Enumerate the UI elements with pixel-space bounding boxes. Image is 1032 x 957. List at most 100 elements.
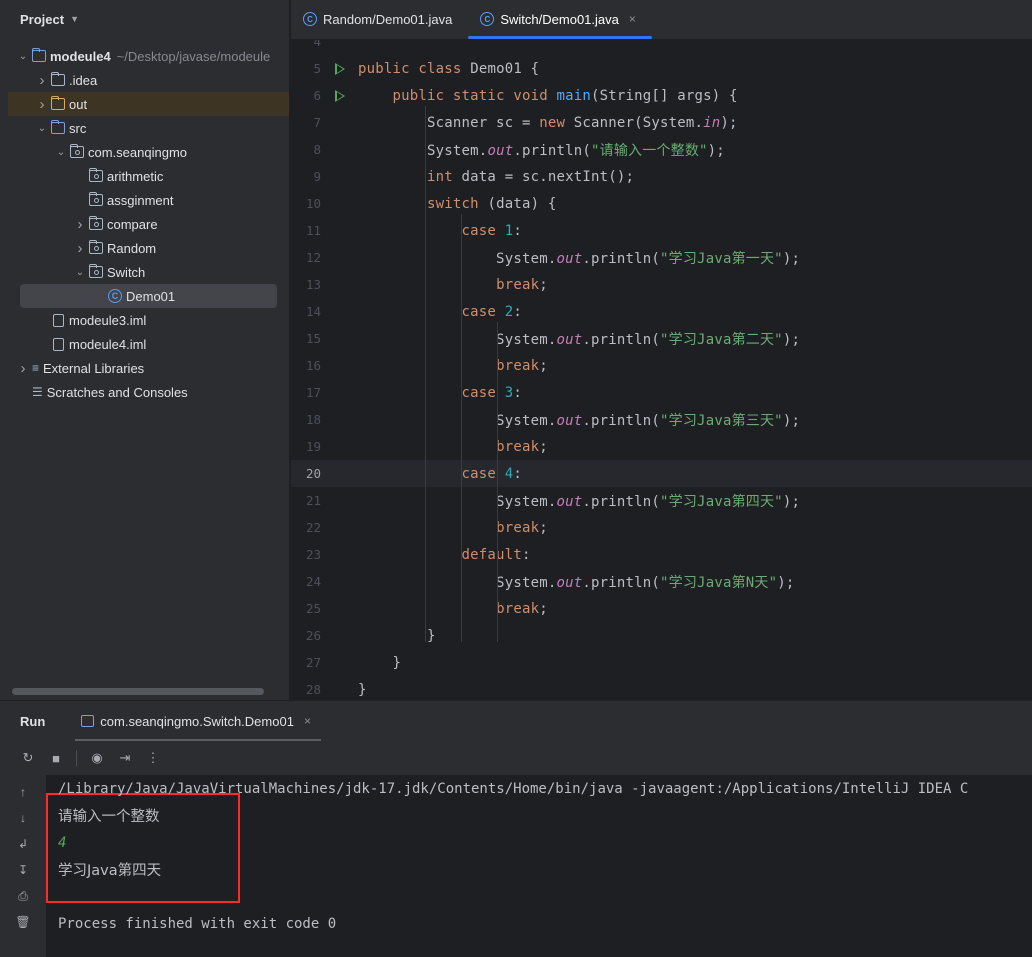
code-token: case bbox=[461, 465, 505, 482]
more-options-icon[interactable]: ⋮ bbox=[145, 750, 161, 766]
code-token: switch bbox=[427, 195, 488, 212]
chevron-right-icon[interactable]: › bbox=[73, 240, 87, 257]
code-token: : bbox=[513, 465, 522, 482]
chevron-down-icon[interactable]: ⌄ bbox=[54, 147, 68, 158]
horizontal-scrollbar[interactable] bbox=[12, 688, 264, 695]
tree-item[interactable]: › Random bbox=[8, 236, 289, 260]
tree-item-path: ~/Desktop/javase/modeule bbox=[116, 48, 271, 64]
run-icon[interactable] bbox=[334, 89, 345, 102]
gutter-spacer bbox=[335, 40, 345, 48]
run-side-toolbar: ↑ ↓ ↲ ↧ ⎙ 🗑 bbox=[0, 777, 46, 957]
tree-item[interactable]: ⌄ com.seanqingmo bbox=[8, 140, 289, 164]
stop-icon[interactable]: ■ bbox=[48, 751, 64, 766]
package-icon bbox=[89, 264, 103, 278]
code-token: System. bbox=[358, 412, 557, 429]
line-number: 15 bbox=[305, 331, 321, 346]
code-token: .println( bbox=[582, 250, 661, 267]
tree-item[interactable]: › .idea bbox=[8, 68, 289, 92]
tree-item[interactable]: › ≡ External Libraries bbox=[8, 356, 289, 380]
code-token: : bbox=[513, 303, 522, 320]
tree-item-label: Demo01 bbox=[126, 288, 176, 304]
chevron-down-icon[interactable]: ⌄ bbox=[73, 267, 87, 278]
gutter[interactable] bbox=[321, 89, 358, 102]
code-line: 4 bbox=[291, 40, 1032, 55]
gutter bbox=[321, 522, 358, 534]
code-token: out bbox=[556, 493, 583, 510]
run-icon[interactable] bbox=[334, 62, 345, 75]
tree-item[interactable]: ⌄ Switch bbox=[8, 260, 289, 284]
gutter[interactable] bbox=[321, 62, 358, 75]
print-icon[interactable]: ⎙ bbox=[15, 889, 31, 905]
console-line: Process finished with exit code 0 bbox=[58, 915, 337, 932]
scratches-icon: ☰ bbox=[32, 385, 43, 399]
console-output[interactable]: /Library/Java/JavaVirtualMachines/jdk-17… bbox=[46, 775, 1032, 957]
run-config-tab[interactable]: com.seanqingmo.Switch.Demo01 × bbox=[75, 701, 321, 741]
chevron-down-icon[interactable]: ⌄ bbox=[35, 123, 49, 134]
rerun-icon[interactable]: ↻ bbox=[20, 750, 36, 766]
indent-guide bbox=[425, 106, 426, 642]
code-text: Scanner sc = new Scanner(System.in); bbox=[358, 115, 738, 131]
soft-wrap-icon[interactable]: ↲ bbox=[15, 837, 31, 853]
arrow-down-icon[interactable]: ↓ bbox=[15, 811, 31, 827]
code-line: 7 Scanner sc = new Scanner(System.in); bbox=[291, 109, 1032, 136]
code-token: break bbox=[496, 357, 540, 374]
code-token: System. bbox=[358, 493, 557, 510]
code-token: ); bbox=[782, 331, 801, 348]
gutter-spacer bbox=[335, 576, 345, 588]
code-editor[interactable]: 4 5 public class Demo01 {6 public static v… bbox=[291, 40, 1032, 700]
line-number: 27 bbox=[305, 655, 321, 670]
library-icon: ≡ bbox=[32, 361, 40, 375]
code-token: System. bbox=[358, 250, 557, 267]
tree-item[interactable]: ⌄ modeule4 ~/Desktop/javase/modeule bbox=[8, 44, 289, 68]
trash-icon[interactable]: 🗑 bbox=[15, 915, 31, 931]
code-token: Scanner sc = bbox=[358, 114, 540, 131]
arrow-up-icon[interactable]: ↑ bbox=[15, 785, 31, 801]
java-class-icon: C bbox=[108, 289, 122, 303]
tab-label: Random/Demo01.java bbox=[323, 11, 453, 27]
tree-item[interactable]: C Demo01 bbox=[20, 284, 277, 308]
tree-item[interactable]: modeule4.iml bbox=[8, 332, 289, 356]
code-line: 13 break; bbox=[291, 271, 1032, 298]
chevron-right-icon[interactable]: › bbox=[73, 216, 87, 233]
code-token: (data) { bbox=[487, 195, 557, 212]
camera-icon[interactable]: ◉ bbox=[89, 750, 105, 766]
close-icon[interactable]: × bbox=[629, 12, 636, 26]
gutter bbox=[321, 360, 358, 372]
project-view-selector[interactable]: Project ▼ bbox=[0, 0, 289, 38]
gutter-spacer bbox=[335, 279, 345, 291]
gutter bbox=[321, 549, 358, 561]
code-text: break; bbox=[358, 601, 548, 617]
code-line: 23 default: bbox=[291, 541, 1032, 568]
code-token: static bbox=[452, 87, 514, 104]
package-icon bbox=[70, 144, 84, 158]
tree-item[interactable]: modeule3.iml bbox=[8, 308, 289, 332]
gutter bbox=[321, 387, 358, 399]
tab-switch-demo01[interactable]: C Switch/Demo01.java × bbox=[468, 0, 652, 39]
exit-icon[interactable]: ⇥ bbox=[117, 750, 133, 766]
gutter bbox=[321, 225, 358, 237]
code-token: out bbox=[556, 331, 583, 348]
tree-item[interactable]: arithmetic bbox=[8, 164, 289, 188]
scroll-to-end-icon[interactable]: ↧ bbox=[15, 863, 31, 879]
close-icon[interactable]: × bbox=[304, 714, 311, 728]
tree-item[interactable]: › compare bbox=[8, 212, 289, 236]
code-token: int bbox=[427, 168, 462, 185]
chevron-down-icon[interactable]: ⌄ bbox=[16, 51, 30, 62]
indent-guide bbox=[497, 322, 498, 642]
chevron-right-icon[interactable]: › bbox=[35, 72, 49, 89]
code-token: void bbox=[513, 87, 557, 104]
chevron-right-icon[interactable]: › bbox=[35, 96, 49, 113]
tree-item[interactable]: ☰ Scratches and Consoles bbox=[8, 380, 289, 404]
chevron-right-icon[interactable]: › bbox=[16, 360, 30, 377]
tab-random-demo01[interactable]: C Random/Demo01.java bbox=[291, 0, 468, 39]
code-text: public static void main(String[] args) { bbox=[358, 88, 738, 104]
tree-item[interactable]: ⌄ src bbox=[8, 116, 289, 140]
tree-item[interactable]: assginment bbox=[8, 188, 289, 212]
gutter bbox=[321, 198, 358, 210]
tree-item[interactable]: › out bbox=[8, 92, 289, 116]
gutter-spacer bbox=[335, 333, 345, 345]
code-token: new bbox=[539, 114, 574, 131]
